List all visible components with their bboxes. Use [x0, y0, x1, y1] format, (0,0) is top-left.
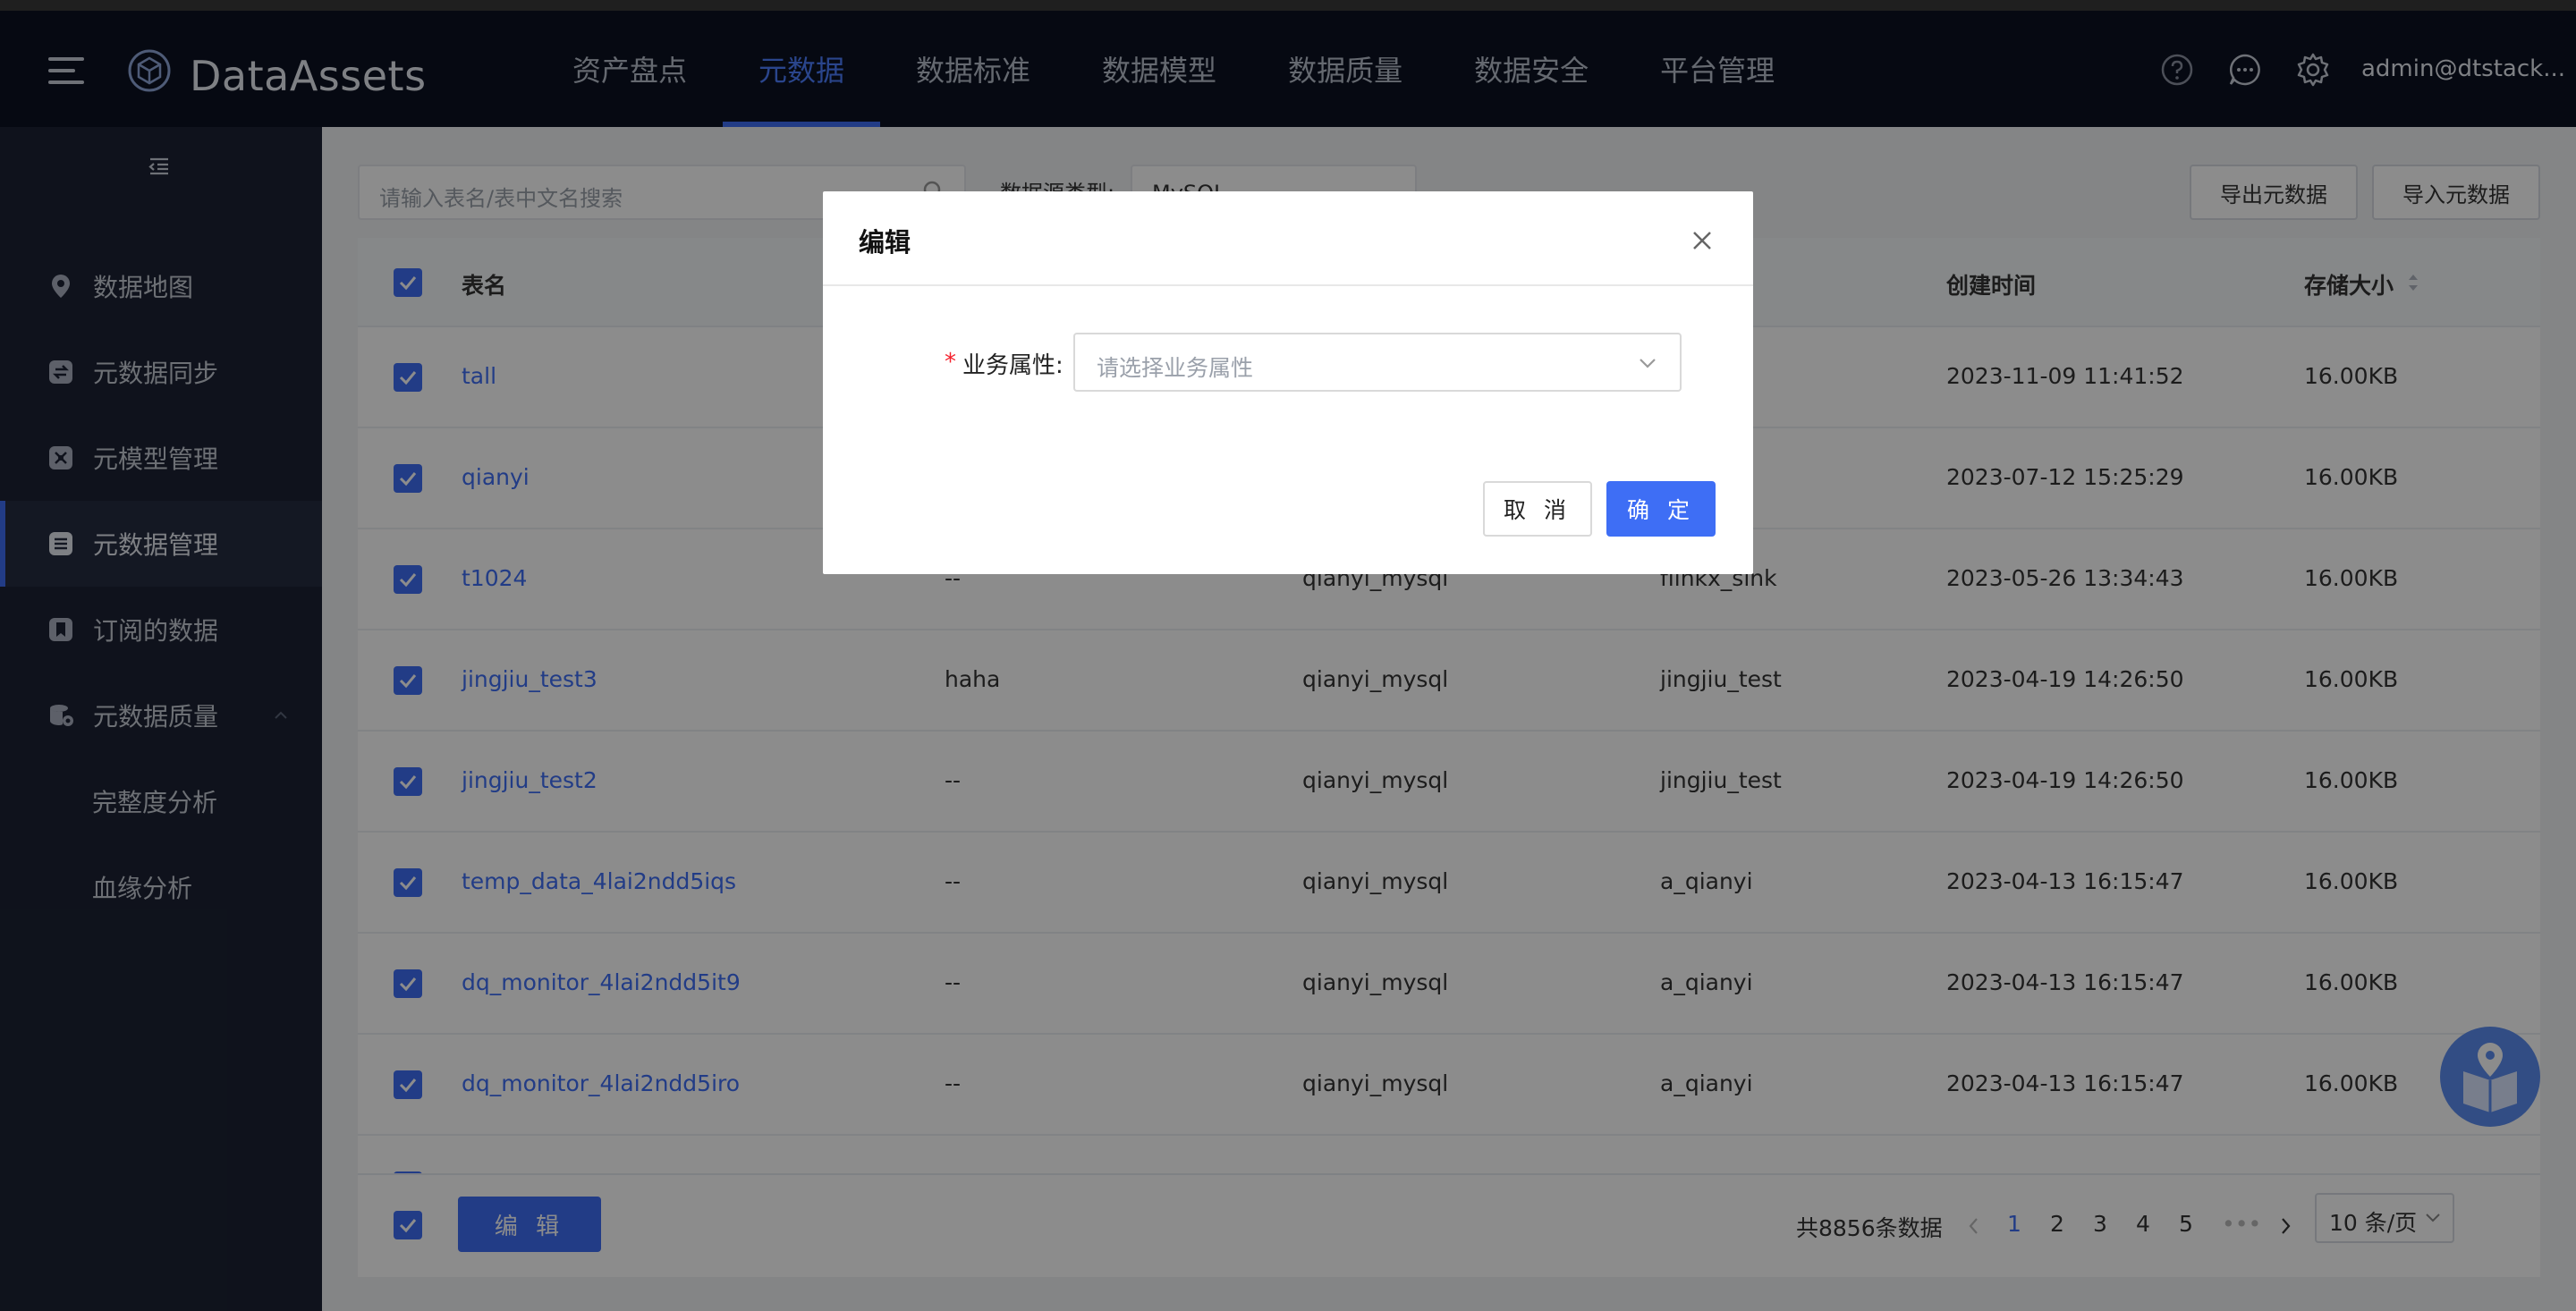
business-attribute-select[interactable]: 请选择业务属性	[1073, 333, 1682, 392]
modal-divider	[823, 284, 1753, 286]
confirm-button[interactable]: 确 定	[1606, 481, 1716, 537]
required-mark: *	[945, 349, 956, 376]
business-attribute-label: 业务属性:	[962, 352, 1063, 379]
chevron-down-icon	[1640, 359, 1656, 368]
cancel-button[interactable]: 取 消	[1483, 481, 1592, 537]
modal-title: 编辑	[859, 227, 911, 258]
close-icon[interactable]	[1690, 229, 1714, 252]
edit-modal: 编辑 * 业务属性: 请选择业务属性 取 消 确 定	[823, 191, 1753, 574]
